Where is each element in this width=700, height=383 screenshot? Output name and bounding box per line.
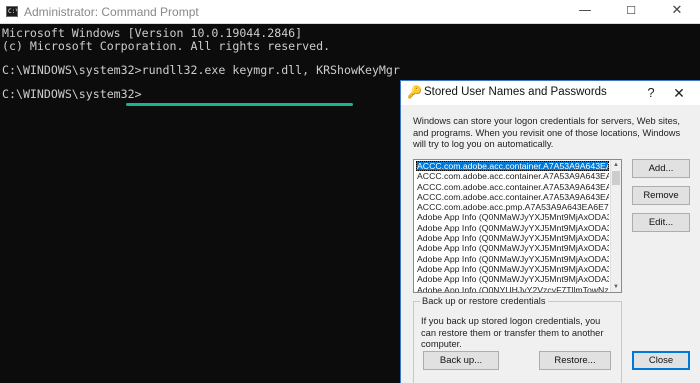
console-line: (c) Microsoft Corporation. All rights re… bbox=[2, 39, 331, 53]
dialog-title: Stored User Names and Passwords bbox=[424, 86, 607, 98]
maximize-button[interactable]: ☐ bbox=[608, 0, 654, 24]
credential-list-item[interactable]: Adobe App Info (Q0NMaWJyYXJ5Mnt9MjAxODA3… bbox=[416, 212, 609, 222]
credential-list-item[interactable]: Adobe App Info (Q0NMaWJyYXJ5Mnt9MjAxODA3… bbox=[416, 254, 609, 264]
add-button[interactable]: Add... bbox=[632, 159, 690, 178]
credential-list-item[interactable]: Adobe App Info (Q0NMaWJyYXJ5Mnt9MjAxODA3… bbox=[416, 243, 609, 253]
credential-list-item[interactable]: Adobe App Info (Q0NYUHJvY2VzcyF7TllmTowN… bbox=[416, 285, 609, 292]
edit-button[interactable]: Edit... bbox=[632, 213, 690, 232]
cmd-titlebar[interactable]: C:\ Administrator: Command Prompt — ☐ ✕ bbox=[0, 0, 700, 24]
credential-list-item[interactable]: Adobe App Info (Q0NMaWJyYXJ5Mnt9MjAxODA3… bbox=[416, 264, 609, 274]
backup-restore-group: Back up or restore credentials If you ba… bbox=[413, 295, 622, 383]
list-scrollbar[interactable]: ▲ ▼ bbox=[610, 160, 621, 292]
command-highlight-underline bbox=[126, 103, 353, 106]
credential-list-item[interactable]: ACCC.com.adobe.acc.container.A7A53A9A643… bbox=[416, 182, 609, 192]
dialog-titlebar[interactable]: 🔑 Stored User Names and Passwords ? ✕ bbox=[401, 81, 700, 105]
credential-list-item[interactable]: Adobe App Info (Q0NMaWJyYXJ5Mnt9MjAxODA3… bbox=[416, 233, 609, 243]
back-up-button[interactable]: Back up... bbox=[423, 351, 499, 370]
scroll-up-icon[interactable]: ▲ bbox=[611, 160, 621, 170]
scroll-down-icon[interactable]: ▼ bbox=[611, 282, 621, 292]
credential-list-item[interactable]: Adobe App Info (Q0NMaWJyYXJ5Mnt9MjAxODA3… bbox=[416, 223, 609, 233]
credential-list-item[interactable]: ACCC.com.adobe.acc.pmp.A7A53A9A643EA6E70… bbox=[416, 202, 609, 212]
minimize-button[interactable]: — bbox=[562, 0, 608, 24]
credential-list-item[interactable]: ACCC.com.adobe.acc.container.A7A53A9A643… bbox=[416, 171, 609, 181]
close-window-button[interactable]: ✕ bbox=[654, 0, 700, 24]
scrollbar-thumb[interactable] bbox=[612, 171, 620, 185]
credential-list-item[interactable]: Adobe App Info (Q0NMaWJyYXJ5Mnt9MjAxODA3… bbox=[416, 274, 609, 284]
window-title: Administrator: Command Prompt bbox=[24, 5, 199, 19]
credentials-list[interactable]: ACCC.com.adobe.acc.container.A7A53A9A643… bbox=[413, 159, 622, 293]
stored-credentials-dialog: 🔑 Stored User Names and Passwords ? ✕ Wi… bbox=[400, 80, 700, 383]
console-command-line: C:\WINDOWS\system32>rundll32.exe keymgr.… bbox=[2, 63, 400, 77]
dialog-close-icon[interactable]: ✕ bbox=[667, 83, 691, 103]
group-description: If you back up stored logon credentials,… bbox=[421, 316, 604, 349]
restore-button[interactable]: Restore... bbox=[539, 351, 611, 370]
credentials-list-items[interactable]: ACCC.com.adobe.acc.container.A7A53A9A643… bbox=[416, 161, 609, 292]
help-button[interactable]: ? bbox=[641, 83, 661, 103]
dialog-description: Windows can store your logon credentials… bbox=[413, 116, 681, 149]
remove-button[interactable]: Remove bbox=[632, 186, 690, 205]
command-prompt-icon: C:\ bbox=[6, 6, 18, 17]
credential-list-item[interactable]: ACCC.com.adobe.acc.container.A7A53A9A643… bbox=[416, 161, 609, 172]
credential-list-item[interactable]: ACCC.com.adobe.acc.container.A7A53A9A643… bbox=[416, 192, 609, 202]
console-prompt: C:\WINDOWS\system32> bbox=[2, 87, 142, 101]
close-button[interactable]: Close bbox=[632, 351, 690, 370]
key-icon: 🔑 bbox=[407, 85, 422, 99]
group-title: Back up or restore credentials bbox=[420, 295, 548, 307]
